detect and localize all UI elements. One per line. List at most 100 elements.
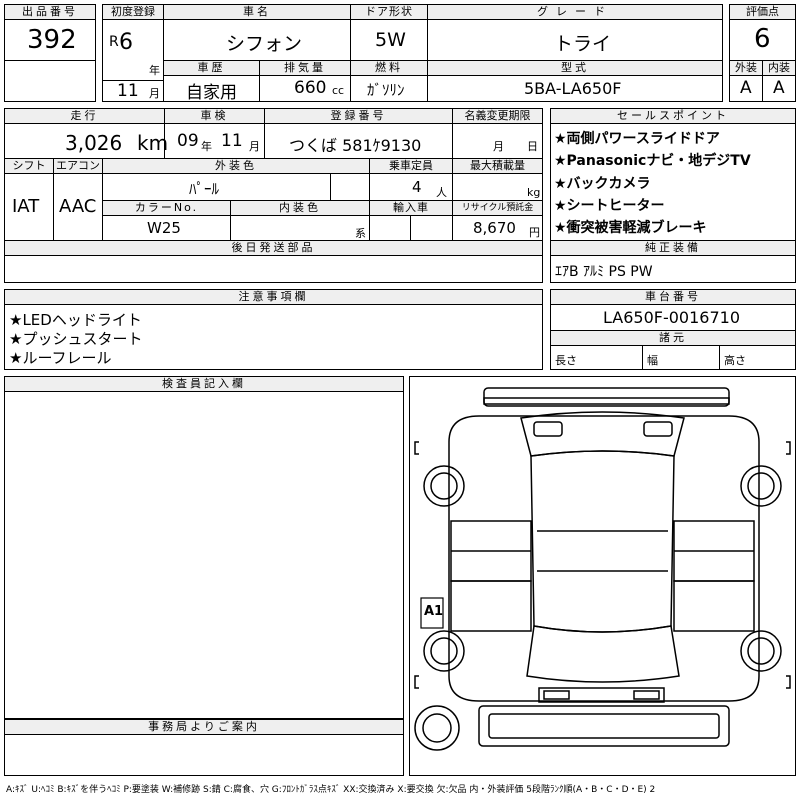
first-reg-year: 6 [119,30,133,55]
displacement-unit: cc [332,84,345,97]
model-header: 型式 [427,60,723,76]
ac-cell: AAC [53,173,103,241]
inspection-month-unit: 月 [249,140,260,153]
chassis-cell: LA650F-0016710 [550,304,796,331]
car-name-cell: シフォン [163,19,351,61]
plate-header: 登録番号 [264,108,453,124]
mileage: 3,026 [65,131,123,155]
history-header: 車歴 [163,60,260,76]
door-type: 5W [375,29,406,51]
first-reg-month: 11 [117,81,139,101]
door-header: ドア形状 [350,4,428,20]
capacity-unit: 人 [436,186,447,199]
color-no-header: カラーNo. [102,200,231,216]
load-header: 最大積載量 [452,158,543,174]
equipment: ｴｱB ｱﾙﾐ PS PW [555,264,653,280]
notes-cell: ★LEDヘッドライト ★プッシュスタート ★ルーフレール [4,304,543,370]
import-header: 輸入車 [369,200,453,216]
model: 5BA-LA650F [524,79,622,98]
ac: AAC [59,196,97,217]
inspector-header: 検査員記入欄 [4,376,404,392]
lot-no-extra-cell [4,60,96,102]
score-cell: 6 [729,19,796,61]
displacement-header: 排気量 [259,60,351,76]
lot-no-cell: 392 [4,19,96,61]
shift-cell: IAT [4,173,54,241]
sales-point-item: ★シートヒーター [554,198,665,214]
parts-header: 後日発送部品 [4,240,543,256]
capacity-header: 乗車定員 [369,158,453,174]
legend: A:ｷｽﾞ U:ﾍｺﾐ B:ｷｽﾞを伴うﾍｺﾐ P:要塗装 W:補修跡 S:錆 … [6,785,656,795]
car-diagram [414,387,791,751]
import-cell [369,215,411,241]
inspection-cell: 09 年 11 月 [164,123,265,159]
inspection-year-unit: 年 [201,140,212,153]
mileage-cell: 3,026 km [4,123,168,159]
inspection-month: 11 [221,131,243,151]
displacement-cell: 660 cc [259,75,351,102]
color-no: W25 [147,219,181,237]
first-reg-year-unit: 年 [149,64,160,77]
ext-color: ﾊﾟｰﾙ [189,180,220,198]
lot-number: 392 [27,25,77,55]
notes-header: 注意事項欄 [4,289,543,305]
mileage-header: 走行 [4,108,165,124]
int-color-cell: 系 [230,215,370,241]
height-cell: 高さ [719,345,796,370]
first-reg-era: R [109,34,119,50]
equipment-header: 純正装備 [550,240,796,256]
transfer-day-unit: 日 [527,140,538,153]
sales-point-item: ★Panasonicナビ・地デジTV [554,153,751,169]
plate-cell: つくば 581ｹ9130 [264,123,453,159]
capacity: 4 [412,178,422,196]
score: 6 [754,24,771,54]
load-unit: kg [527,186,541,199]
interior-header: 内装 [762,60,796,76]
chassis-header: 車台番号 [550,289,796,305]
fuel-cell: ｶﾞｿﾘﾝ [350,75,428,102]
import-cell-2 [410,215,453,241]
ext-color-cell: ﾊﾟｰﾙ [102,173,331,201]
first-reg-cell: R 6 年 [102,19,164,81]
first-reg-month-unit: 月 [149,87,160,100]
int-color-header: 内装色 [230,200,370,216]
recycle-amount: 8,670 [473,219,516,237]
height-label: 高さ [724,354,746,367]
office-header: 事務局よりご案内 [4,719,404,735]
exterior-header: 外装 [729,60,763,76]
exterior-grade: A [740,78,752,98]
sales-points-header: セールスポイント [550,108,796,124]
chassis-number: LA650F-0016710 [603,308,740,327]
car-name-header: 車名 [163,4,351,20]
interior-grade: A [773,78,785,98]
interior-cell: A [762,75,796,102]
shift-header: シフト [4,158,54,174]
ext-color-extra-cell [330,173,370,201]
ac-header: エアコン [53,158,103,174]
displacement: 660 [294,78,327,98]
sales-point-item: ★衝突被害軽減ブレーキ [554,220,707,236]
inspection-header: 車検 [164,108,265,124]
specs-header: 諸元 [550,330,796,346]
note-item: ★LEDヘッドライト [9,311,142,329]
capacity-cell: 4 人 [369,173,453,201]
width-cell: 幅 [642,345,720,370]
grade: トライ [554,33,612,55]
recycle-unit: 円 [529,226,540,239]
exterior-cell: A [729,75,763,102]
load-cell: kg [452,173,543,201]
equipment-cell: ｴｱB ｱﾙﾐ PS PW [550,255,796,283]
length-cell: 長さ [550,345,643,370]
grade-cell: トライ [427,19,723,61]
plate-number: つくば 581ｹ9130 [289,136,422,155]
recycle-header: リサイクル預託金 [452,200,543,216]
transfer-header: 名義変更期限 [452,108,543,124]
sales-points-cell: ★両側パワースライドドア ★Panasonicナビ・地デジTV ★バックカメラ … [550,123,796,241]
width-label: 幅 [647,354,658,367]
car-name: シフォン [226,33,303,55]
score-header: 評価点 [729,4,796,20]
int-color-unit: 系 [355,227,366,240]
fuel-header: 燃料 [350,60,428,76]
damage-mark-a1: A1 [424,604,444,619]
lot-no-header: 出品番号 [4,4,96,20]
